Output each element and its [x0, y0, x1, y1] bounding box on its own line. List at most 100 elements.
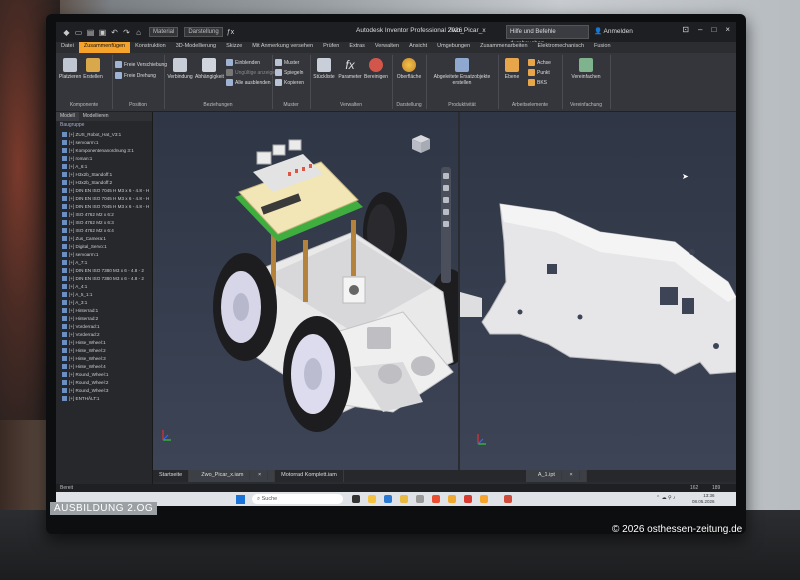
browser-tree-item[interactable]: [+] DIN EN ISO 7045 H M3 x 6 - 4.8 - H [59, 203, 152, 211]
browser-tree-item[interactable]: [+] ZUS_Robot_Hat_V3:1 [59, 131, 152, 139]
material-dropdown[interactable]: Material [149, 27, 179, 37]
ribbon-tab[interactable]: Zusammenfügen [78, 42, 131, 53]
browser-tree-item[interactable]: [+] Hinte_Wheel:2 [59, 347, 152, 355]
browser-tree-item[interactable]: [+] Hinterrad:1 [59, 307, 152, 315]
bom-button[interactable]: Stückliste [312, 58, 336, 80]
maximize-icon[interactable]: □ [711, 25, 716, 34]
taskbar-search-input[interactable]: ⌕ Suche [252, 494, 343, 504]
ribbon-tab[interactable]: Verwalten [370, 42, 404, 53]
help-icon[interactable] [400, 495, 408, 503]
browser-tree-item[interactable]: [+] Digital_Servo:1 [59, 243, 152, 251]
pattern-button[interactable]: Muster [275, 59, 299, 66]
browser-tree-item[interactable]: [+] ENTHÄLT:1 [59, 395, 152, 403]
viewcube-icon[interactable] [409, 132, 433, 156]
browser-tree-item[interactable]: [+] Round_Wheel:2 [59, 379, 152, 387]
browser-icon[interactable] [384, 495, 392, 503]
browser-tree-item[interactable]: [+] A_7:1 [59, 259, 152, 267]
derived-substitute-button[interactable]: Abgeleitete Ersatzobjekte erstellen [432, 58, 492, 86]
orbit-icon[interactable] [443, 209, 449, 215]
copy-button[interactable]: Kopieren [275, 79, 304, 86]
powerpoint-icon[interactable] [464, 495, 472, 503]
mirror-button[interactable]: Spiegeln [275, 69, 303, 76]
viewport-part[interactable]: ➤ [460, 112, 736, 470]
browser-subheader[interactable]: Baugruppe [56, 121, 152, 131]
redo-icon[interactable]: ↷ [122, 28, 131, 37]
hide-all-button[interactable]: Alle ausblenden [226, 79, 271, 86]
browser-tree-item[interactable]: [+] Hinte_Wheel:4 [59, 363, 152, 371]
home-icon[interactable]: ⌂ [134, 28, 143, 37]
ucs-button[interactable]: BKS [528, 79, 547, 86]
browser-tree-item[interactable]: [+] A_6:1 [59, 163, 152, 171]
browser-tree-item[interactable]: [+] Round_Wheel:1 [59, 371, 152, 379]
function-icon[interactable]: ƒx [227, 29, 234, 36]
steering-wheel-icon[interactable] [443, 173, 449, 179]
zoom-icon[interactable] [443, 197, 449, 203]
surface-button[interactable]: Oberfläche [396, 58, 422, 80]
file-explorer-icon[interactable] [368, 495, 376, 503]
doc-tab-a1-part[interactable]: A_1.ipt × [525, 470, 587, 482]
browser-tree-item[interactable]: [+] Hinte_Wheel:1 [59, 339, 152, 347]
browser-tree-item[interactable]: [+] Hinte_Wheel:3 [59, 355, 152, 363]
browser-tree-item[interactable]: [+] Vorderrad:2 [59, 331, 152, 339]
ribbon-tab[interactable]: Extras [344, 42, 370, 53]
ribbon-tab[interactable]: Konstruktion [130, 42, 171, 53]
pan-icon[interactable] [443, 185, 449, 191]
browser-tree-item[interactable]: [+] A_4:1 [59, 283, 152, 291]
browser-tree-item[interactable]: [+] A_5_1:1 [59, 291, 152, 299]
close-icon[interactable]: × [563, 470, 580, 480]
office-icon[interactable] [432, 495, 440, 503]
appearance-dropdown[interactable]: Darstellung [184, 27, 223, 37]
browser-tree-item[interactable]: [+] ISO 4762 M2 x 6:2 [59, 211, 152, 219]
open-icon[interactable]: ▤ [86, 28, 95, 37]
create-button[interactable]: Erstellen [82, 58, 104, 80]
browser-tree-item[interactable]: [+] servoarm:1 [59, 251, 152, 259]
show-sick-button[interactable]: Ungültige anzeigen [226, 69, 278, 76]
browser-tree-item[interactable]: [+] A_3:1 [59, 299, 152, 307]
browser-tree-item[interactable]: [+] Round_Wheel:3 [59, 387, 152, 395]
ribbon-tab[interactable]: Elektromechanisch [533, 42, 589, 53]
browser-tree-item[interactable]: [+] Hinterrad:2 [59, 315, 152, 323]
axis-button[interactable]: Achse [528, 59, 551, 66]
windows-start-icon[interactable] [236, 495, 245, 504]
browser-tree-item[interactable]: [+] servoarm:1 [59, 139, 152, 147]
show-button[interactable]: Einblenden [226, 59, 260, 66]
browser-tab-modeling[interactable]: Modellieren [79, 112, 113, 121]
minimize-icon[interactable]: – [698, 25, 702, 34]
browser-tree-item[interactable]: [+] DIN EN ISO 7380 M3 x 6 - 4.8 - 2 [59, 275, 152, 283]
browser-tree-item[interactable]: [+] ISO 4762 M2 x 6:4 [59, 227, 152, 235]
ribbon-tab[interactable]: Zusammenarbeiten [475, 42, 532, 53]
cart-icon[interactable]: ⊡ [682, 25, 689, 34]
browser-tab-model[interactable]: Modell [56, 112, 79, 121]
settings-icon[interactable] [416, 495, 424, 503]
folder-icon[interactable] [448, 495, 456, 503]
undo-icon[interactable]: ↶ [110, 28, 119, 37]
browser-tree-item[interactable]: [+] Komponentenanordnung 3:1 [59, 147, 152, 155]
joint-button[interactable]: Verbindung [167, 58, 193, 80]
app-icon[interactable] [504, 495, 512, 503]
point-button[interactable]: Punkt [528, 69, 550, 76]
app-logo-icon[interactable]: ◆ [62, 28, 71, 37]
ribbon-tab[interactable]: Skizze [221, 42, 247, 53]
look-at-icon[interactable] [443, 221, 449, 227]
ribbon-tab[interactable]: Prüfen [318, 42, 344, 53]
ribbon-tab[interactable]: Ansicht [404, 42, 432, 53]
browser-tree-item[interactable]: [+] roman:1 [59, 155, 152, 163]
ribbon-tab[interactable]: Mit Anmerkung versehen [247, 42, 318, 53]
browser-tree-item[interactable]: [+] DIN EN ISO 7045 H M3 x 6 - 4.8 - H [59, 187, 152, 195]
save-icon[interactable]: ▣ [98, 28, 107, 37]
parameters-button[interactable]: fx Parameter [338, 58, 362, 80]
ribbon-tab[interactable]: Fusion [589, 42, 616, 53]
inventor-icon[interactable] [480, 495, 488, 503]
browser-tree-item[interactable]: [+] H3x2b_Standoff:2 [59, 179, 152, 187]
help-search-input[interactable]: Hilfe und Befehle durchsuchen... [506, 25, 589, 47]
simplify-button[interactable]: Vereinfachen [568, 58, 604, 80]
browser-tree-item[interactable]: [+] DIN EN ISO 7045 H M3 x 6 - 4.8 - H [59, 195, 152, 203]
close-icon[interactable]: × [725, 25, 730, 34]
ribbon-tab[interactable]: 3D-Modellierung [171, 42, 221, 53]
doc-tab-motorrad[interactable]: Motorrad Komplett.iam [275, 470, 344, 482]
ribbon-tab[interactable]: Datei [56, 42, 79, 53]
free-rotate-button[interactable]: Freie Drehung [115, 72, 156, 79]
ribbon-tab[interactable]: Umgebungen [432, 42, 475, 53]
free-move-button[interactable]: Freie Verschiebung [115, 61, 167, 68]
tray-icons[interactable]: ⌃ ☁ ⚲ ♪ [656, 495, 676, 501]
